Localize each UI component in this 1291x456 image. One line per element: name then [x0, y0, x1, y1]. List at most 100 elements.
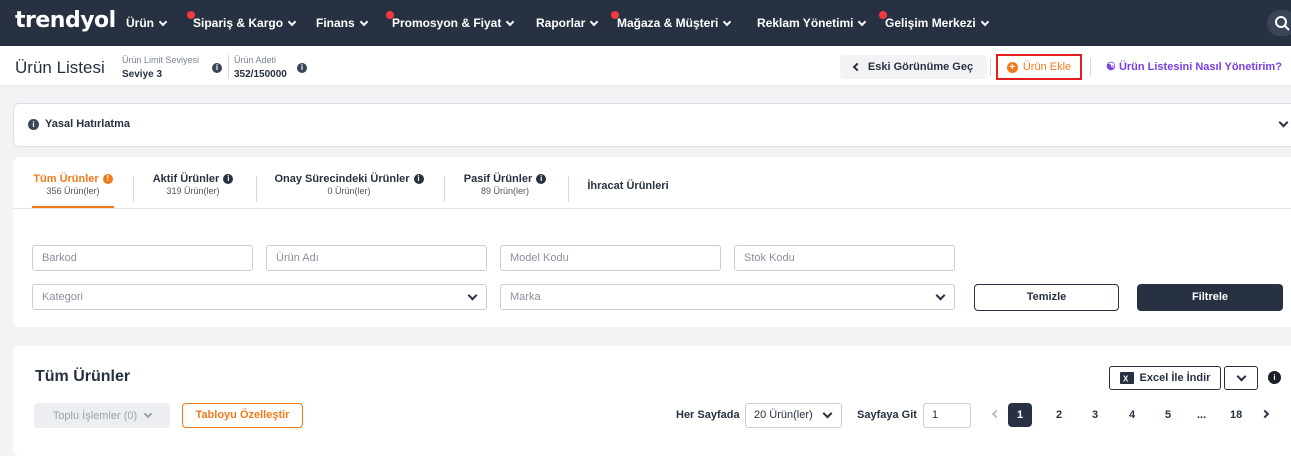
info-icon[interactable]: i: [1268, 371, 1281, 384]
info-icon: i: [536, 174, 547, 184]
nav-label: Mağaza & Müşteri: [617, 16, 719, 30]
tab-all-products[interactable]: Tüm Ürünler! 356 Ürün(ler): [32, 173, 114, 196]
goto-page-input[interactable]: 1: [923, 403, 971, 428]
divider: [444, 176, 445, 202]
chevron-down-icon: [980, 17, 989, 26]
goto-page-label: Sayfaya Git: [857, 409, 917, 421]
chevron-left-icon: [852, 62, 862, 72]
divider: [228, 55, 229, 79]
legal-reminder-title: Yasal Hatırlatma: [45, 118, 130, 130]
per-page-select[interactable]: 20 Ürün(ler): [745, 403, 842, 428]
tab-count: 89 Ürün(ler): [480, 186, 529, 196]
per-page-label: Her Sayfada: [676, 409, 740, 421]
add-product-label: Ürün Ekle: [1022, 61, 1072, 73]
nav-label: Sipariş & Kargo: [193, 16, 284, 30]
page-button-5[interactable]: 5: [1165, 409, 1171, 421]
page-button-18[interactable]: 18: [1230, 409, 1242, 421]
nav-item-promosyon-fiyat[interactable]: Promosyon & Fiyat: [386, 11, 515, 30]
info-icon[interactable]: i: [212, 63, 222, 73]
tab-label: İhracat Ürünleri: [587, 180, 669, 192]
chevron-down-icon: [1236, 371, 1247, 382]
page-button-1[interactable]: 1: [1008, 403, 1032, 427]
nav-label: Finans: [316, 16, 355, 30]
chevron-down-icon: [143, 409, 153, 419]
limit-level-label: Ürün Limit Seviyesi: [122, 55, 200, 65]
product-count-label: Ürün Adeti: [234, 55, 277, 65]
trendyol-logo[interactable]: trendyol: [15, 8, 116, 33]
add-product-button[interactable]: + Ürün Ekle: [996, 54, 1082, 80]
notification-dot: [879, 11, 887, 19]
chevron-down-icon: [858, 17, 867, 26]
model-code-input[interactable]: Model Kodu: [500, 245, 721, 271]
nav-item-reklam-yonetimi[interactable]: Reklam Yönetimi: [757, 16, 867, 30]
category-placeholder: Kategori: [42, 291, 83, 303]
nav-label: Ürün: [126, 16, 154, 30]
category-select[interactable]: Kategori: [32, 284, 487, 310]
divider: [1090, 58, 1091, 76]
plus-circle-icon: +: [1006, 61, 1018, 73]
stock-code-input[interactable]: Stok Kodu: [734, 245, 955, 271]
tab-label: Tüm Ürünler: [33, 173, 99, 185]
nav-label: Gelişim Merkezi: [885, 16, 976, 30]
bulk-label: Toplu İşlemler (0): [52, 409, 138, 422]
top-navbar: trendyol Ürün Sipariş & Kargo Finans Pro…: [0, 0, 1291, 46]
divider: [256, 176, 257, 202]
excel-label: Excel İle İndir: [1139, 372, 1211, 384]
list-title: Tüm Ürünler: [35, 368, 131, 385]
nav-item-urun[interactable]: Ürün: [126, 16, 168, 30]
nav-item-gelisim-merkezi[interactable]: Gelişim Merkezi: [879, 11, 989, 30]
excel-download-button[interactable]: X Excel İle İndir: [1109, 366, 1221, 390]
active-tab-indicator: [32, 206, 114, 208]
filter-button[interactable]: Filtrele: [1137, 284, 1283, 311]
page-button-3[interactable]: 3: [1092, 409, 1098, 421]
notification-dot: [611, 11, 619, 19]
info-icon[interactable]: i: [297, 63, 307, 73]
nav-item-siparis-kargo[interactable]: Sipariş & Kargo: [187, 11, 297, 30]
info-icon: i: [28, 119, 39, 130]
help-link[interactable]: ☯ Ürün Listesini Nasıl Yönetirim?: [1106, 60, 1282, 73]
chevron-down-icon: [467, 290, 478, 301]
legal-reminder-panel[interactable]: [13, 103, 1291, 147]
info-icon: !: [102, 174, 113, 184]
chevron-down-icon: [590, 17, 599, 26]
excel-dropdown-button[interactable]: [1224, 366, 1258, 390]
info-icon: i: [413, 174, 424, 184]
bulk-actions-button[interactable]: Toplu İşlemler (0): [34, 403, 170, 428]
chevron-down-icon: [822, 408, 833, 419]
tab-count: 0 Ürün(ler): [327, 186, 371, 196]
tab-count: 319 Ürün(ler): [166, 186, 220, 196]
tab-export-products[interactable]: İhracat Ürünleri: [583, 180, 673, 192]
tab-passive-products[interactable]: Pasif Ürünler i 89 Ürün(ler): [458, 173, 552, 196]
tab-count: 356 Ürün(ler): [46, 186, 100, 196]
page-button-2[interactable]: 2: [1056, 409, 1062, 421]
customize-table-button[interactable]: Tabloyu Özelleştir: [182, 403, 303, 428]
brand-select[interactable]: Marka: [500, 284, 955, 310]
search-icon: [1275, 16, 1290, 31]
notification-dot: [187, 11, 195, 19]
tab-pending-products[interactable]: Onay Sürecindeki Ürünler i 0 Ürün(ler): [270, 173, 428, 196]
barcode-input[interactable]: Barkod: [32, 245, 253, 271]
help-label: Ürün Listesini Nasıl Yönetirim?: [1118, 61, 1282, 73]
old-view-button[interactable]: Eski Görünüme Geç: [840, 55, 987, 79]
nav-item-magaza-musteri[interactable]: Mağaza & Müşteri: [611, 11, 732, 30]
graduation-cap-icon: ☯: [1106, 61, 1116, 73]
svg-text:X: X: [1123, 375, 1129, 384]
old-view-label: Eski Görünüme Geç: [867, 61, 974, 73]
search-button[interactable]: [1267, 10, 1291, 36]
product-name-input[interactable]: Ürün Adı: [266, 245, 487, 271]
page-button-4[interactable]: 4: [1129, 409, 1135, 421]
tab-active-products[interactable]: Aktif Ürünler i 319 Ürün(ler): [146, 173, 240, 196]
nav-label: Promosyon & Fiyat: [392, 16, 502, 30]
page-title: Ürün Listesi: [15, 58, 105, 77]
divider: [568, 176, 569, 202]
page-header: [0, 46, 1291, 86]
nav-item-finans[interactable]: Finans: [316, 16, 368, 30]
divider: [990, 58, 991, 76]
nav-item-raporlar[interactable]: Raporlar: [536, 16, 599, 30]
divider: [133, 176, 134, 202]
notification-dot: [386, 11, 394, 19]
clear-button[interactable]: Temizle: [974, 284, 1119, 311]
excel-icon: X: [1119, 372, 1134, 384]
tab-label: Aktif Ürünler: [152, 173, 220, 185]
chevron-down-icon: [935, 290, 946, 301]
